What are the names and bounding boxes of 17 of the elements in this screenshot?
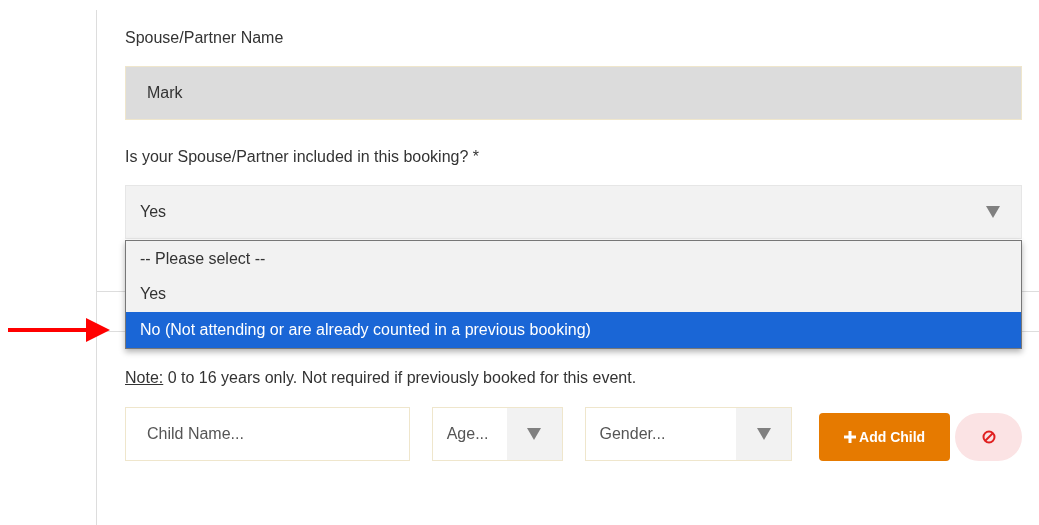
child-name-field[interactable]: Child Name... (125, 407, 410, 461)
remove-button[interactable] (955, 413, 1022, 461)
dropdown-option[interactable]: Yes (126, 276, 1021, 312)
plus-icon (844, 431, 857, 443)
pointer-arrow-icon (8, 318, 110, 342)
caret-icon (527, 428, 541, 440)
gender-select[interactable]: Gender... (584, 407, 793, 461)
caret-icon (986, 206, 1000, 218)
cancel-icon (981, 430, 996, 444)
select-field[interactable]: Yes (125, 185, 1022, 239)
field-label: Spouse/Partner Name (125, 28, 285, 48)
age-select[interactable]: Age... (431, 407, 563, 461)
caret-icon (756, 428, 771, 440)
field-label: Is your Spouse/Partner included in this booking? * (125, 147, 480, 167)
dropdown-option[interactable]: No (Not attending or are already counted in a previous booking) (126, 312, 1021, 348)
dropdown-option[interactable]: -- Please select -- (126, 241, 1021, 277)
note-text: Note: 0 to 16 years only. Not required if previously booked for this event. (125, 368, 638, 388)
